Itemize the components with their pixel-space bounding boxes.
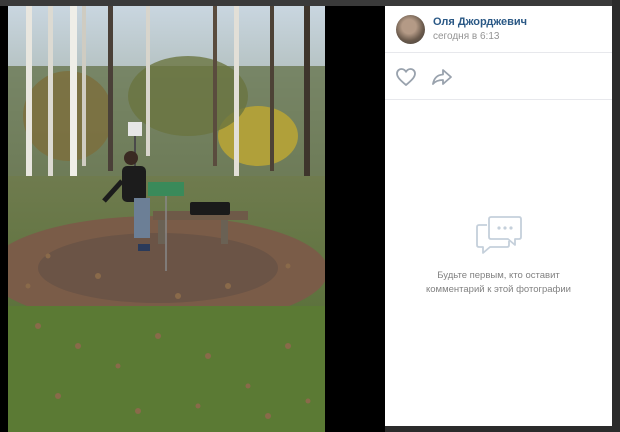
comments-bubble-icon (476, 216, 522, 254)
photo-area[interactable] (0, 6, 385, 432)
share-arrow-icon (432, 69, 452, 85)
empty-comments-text: Будьте первым, кто оставит комментарий к… (399, 269, 598, 297)
side-panel: Оля Джорджевич сегодня в 6:13 Будьте пер… (385, 6, 612, 426)
author-name-link[interactable]: Оля Джорджевич (433, 16, 527, 28)
post-time-link[interactable]: сегодня в 6:13 (433, 31, 499, 42)
share-button[interactable] (431, 67, 453, 87)
viewer-right-edge (612, 0, 620, 432)
empty-comments-line1: Будьте первым, кто оставит (437, 270, 560, 281)
heart-icon (396, 68, 416, 86)
action-bar (385, 53, 612, 100)
author-avatar[interactable] (396, 15, 425, 44)
comments-section: Будьте первым, кто оставит комментарий к… (385, 99, 612, 426)
author-header: Оля Джорджевич сегодня в 6:13 (385, 6, 612, 53)
empty-comments-line2: комментарий к этой фотографии (426, 284, 571, 295)
photo-image (8, 6, 325, 432)
like-button[interactable] (395, 67, 417, 87)
photo-viewer: Оля Джорджевич сегодня в 6:13 Будьте пер… (0, 0, 620, 432)
photo[interactable] (8, 6, 325, 432)
